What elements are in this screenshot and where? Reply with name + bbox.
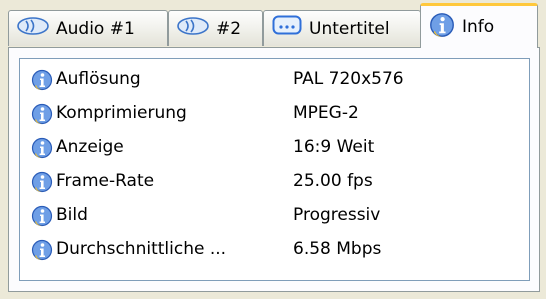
info-row-value: Progressiv xyxy=(293,205,381,225)
info-row-value: PAL 720x576 xyxy=(293,69,404,89)
info-icon xyxy=(31,69,53,91)
info-icon xyxy=(31,239,53,261)
info-row-name: Durchschnittliche ... xyxy=(56,239,227,259)
tab-subtitles-label: Untertitel xyxy=(309,18,390,39)
info-row-name: Bild xyxy=(56,205,88,225)
info-row-picture: Bild Progressiv xyxy=(20,201,529,231)
info-row-name: Frame-Rate xyxy=(56,171,155,191)
tab-info[interactable]: Info xyxy=(420,3,538,48)
info-panel: Auflösung PAL 720x576 Komprimierung MPEG… xyxy=(8,47,540,292)
info-row-display: Anzeige 16:9 Weit xyxy=(20,133,529,163)
speaker-icon xyxy=(177,17,209,40)
info-row-compression: Komprimierung MPEG-2 xyxy=(20,99,529,129)
info-list: Auflösung PAL 720x576 Komprimierung MPEG… xyxy=(19,58,530,281)
tab-info-label: Info xyxy=(462,17,495,37)
subtitle-icon xyxy=(272,15,302,42)
info-icon xyxy=(31,205,53,227)
info-row-value: 25.00 fps xyxy=(293,171,373,191)
tab-strip: Audio #1 #2 Untertitel Info xyxy=(8,0,540,48)
info-row-value: 16:9 Weit xyxy=(293,137,375,157)
info-icon xyxy=(31,103,53,125)
info-row-value: 6.58 Mbps xyxy=(293,239,382,259)
info-row-value: MPEG-2 xyxy=(293,103,359,123)
tab-subtitles[interactable]: Untertitel xyxy=(263,10,421,46)
info-row-name: Anzeige xyxy=(56,137,124,157)
tab-audio-2-label: #2 xyxy=(216,18,242,39)
info-icon xyxy=(429,12,455,43)
info-icon xyxy=(31,171,53,193)
info-row-frame-rate: Frame-Rate 25.00 fps xyxy=(20,167,529,197)
speaker-icon xyxy=(17,17,49,40)
tab-audio-2[interactable]: #2 xyxy=(168,10,263,46)
info-row-name: Auflösung xyxy=(56,69,141,89)
info-row-average-bitrate: Durchschnittliche ... 6.58 Mbps xyxy=(20,235,529,265)
info-row-resolution: Auflösung PAL 720x576 xyxy=(20,65,529,95)
info-row-name: Komprimierung xyxy=(56,103,187,123)
info-icon xyxy=(31,137,53,159)
tab-audio-1-label: Audio #1 xyxy=(56,18,135,39)
tab-audio-1[interactable]: Audio #1 xyxy=(8,10,168,46)
